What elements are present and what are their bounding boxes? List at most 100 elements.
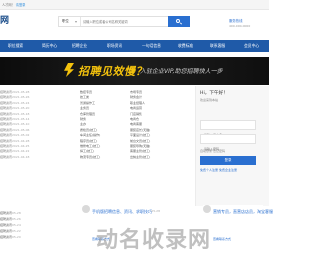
job-card-date: 05-28 [151,209,160,213]
list-item-date: 05-22 [12,229,21,233]
list-item-text: 招聘资讯 [0,154,13,159]
list-item-text: 财务 [80,117,87,122]
list-item-date: 2021-04-18 [12,154,30,159]
list-item-text: 仓库管理员 [80,111,96,116]
main-nav: 职位搜索 简历中心 招聘企业 职场资讯 一句话信息 收费标准 联系客服 会员中心 [0,40,269,52]
list-item-text: 招聘资讯 [0,122,13,127]
banner-headline: 招聘见效慢？ [78,65,147,78]
list-item[interactable]: 出纳主管(技工) [130,155,180,160]
list-item-text: 招聘资讯 [0,235,13,239]
nav-item-jobs[interactable]: 职位搜索 [8,40,23,52]
news-list: 招聘资讯2021-05-28 招聘资讯2021-05-26 招聘资讯2021-05-… [0,90,48,160]
site-logo[interactable]: 网 [0,13,10,26]
login-panel: Hi，下午好！ 欢迎来到本站 自动登录 忘记密码 登录 免费个人注册 免费企业注… [195,86,269,206]
list-item[interactable]: 物流专员(技工) [80,155,130,160]
nav-item-companies[interactable]: 招聘企业 [72,40,87,52]
list-item-text: 电商客服 [130,122,143,127]
arrow-right-icon [132,67,136,73]
top-bar: 人才网！ 请登录 [0,0,269,10]
list-item-text: 招聘资讯 [0,149,13,154]
list-item-text: 质检员(技工) [80,127,98,132]
nav-item-member[interactable]: 会员中心 [244,40,259,52]
list-item-text: 招聘资讯 [0,90,13,94]
search-input[interactable] [83,18,167,25]
list-item-text: 招聘资讯 [0,117,13,122]
hotline-number: 400-000-0000 [229,24,251,28]
banner-subtitle: 入驻企业VIP,助您招聘快人一步 [140,68,223,75]
hotline: 服务热线 400-000-0000 [229,19,250,29]
list-item-text: 客服主管(技工) [130,149,151,154]
list-item-date: 05-26 [12,217,21,221]
list-item-text: 平面设计(技工) [130,133,151,138]
list-item-text: 招聘资讯 [0,217,13,221]
list-item-date: 05-24 [12,223,21,227]
chevron-down-icon [75,21,77,23]
list-item-text: 物流专员(技工) [80,154,101,159]
promo-banner[interactable]: 招聘见效慢？ 入驻企业VIP,助您招聘快人一步 [0,57,269,85]
welcome-subtext: 欢迎来到本站 [200,98,219,102]
watermark-text: 动名收录网 [96,228,212,253]
list-item-text: 职业经理人 [130,100,146,105]
list-item-text: 招聘资讯 [0,211,13,215]
list-item-date: 2021-04-28 [12,138,30,143]
list-item-date: 2021-04-25 [12,144,30,149]
list-item-text: 普通操作工 [80,100,96,105]
list-item-text: 招聘资讯 [0,144,13,149]
nav-item-support[interactable]: 联系客服 [210,40,225,52]
list-item-text: 数控专员 [80,90,93,94]
list-item-date: 2021-05-24 [12,100,30,105]
list-item-text: 招聘资讯 [0,106,13,111]
nav-item-pricing[interactable]: 收费标准 [178,40,193,52]
list-item-date: 2021-05-28 [12,90,30,94]
list-item-text: 招聘资讯 [0,100,13,105]
list-item[interactable]: 招聘资讯2021-04-18 [0,155,48,160]
list-item-date: 2021-05-14 [12,117,30,122]
job-list-left: 数控专员 技工类 普通操作工 业务员 仓库管理员 财务 主办 质检员(技工) 车间主任(操作) 程… [80,90,130,160]
list-item-text: 维修电工(技工) [80,144,101,149]
welcome-text: 人才网！ [2,3,15,7]
list-item-text: 车间主任(操作) [80,133,101,138]
bottom-news-list: 招聘资讯05-28 招聘资讯05-26 招聘资讯05-24 招聘资讯05-22 招聘资讯… [0,210,80,269]
search-category-label: 职位 [62,19,69,23]
list-item-text: 主办 [80,122,87,127]
search-category-select[interactable]: 职位 [59,17,81,26]
list-item-text: 焊工(技工) [80,149,95,154]
list-item-text: 出纳主管(技工) [130,154,151,159]
nav-item-oneliner[interactable]: 一句话信息 [142,40,161,52]
list-item-text: 服装导购(天猫) [130,144,151,149]
list-item-date: 05-20 [12,235,21,239]
list-item-text: 电商运营 [130,106,143,111]
list-item-text: 程序员(技工) [80,138,98,143]
job-card-title[interactable]: 手机版招聘信息、资讯、求职技巧 [92,209,152,215]
list-item-text: 电商仓 [130,117,140,122]
login-button[interactable]: 登录 [200,156,256,165]
list-item[interactable]: 招聘资讯05-20 [0,234,80,240]
list-item-text: 招聘资讯 [0,133,13,138]
list-item-text: 技工类 [80,95,90,100]
list-item-date: 2021-05-18 [12,111,30,116]
login-link[interactable]: 请登录 [16,3,26,7]
search-bar: 职位 [58,16,190,27]
list-item-text: 招聘资讯 [0,111,13,116]
list-item-date: 2021-05-10 [12,122,30,127]
contact-link[interactable]: 查看联系方式 [213,237,231,241]
company-avatar [82,205,90,213]
job-card[interactable]: 营销专员，直营店店员，淘宝客服 查看联系方式 [203,205,273,247]
remember-me[interactable]: 自动登录 忘记密码 [200,149,225,153]
nav-item-news[interactable]: 职场资讯 [107,40,122,52]
list-item-date: 2021-05-02 [12,133,30,138]
list-item-text: 财务会计 [130,95,143,100]
greeting-text: Hi，下午好！ [200,91,228,96]
company-avatar [203,205,211,213]
search-button[interactable] [168,16,190,27]
list-item-text: 招聘资讯 [0,95,13,100]
list-item-text: 招聘资讯 [0,127,13,132]
list-item-text: 招聘资讯 [0,229,13,233]
username-field[interactable] [200,120,256,139]
register-links[interactable]: 免费个人注册 免费企业注册 [200,168,237,172]
job-card-title[interactable]: 营销专员，直营店店员，淘宝客服 [213,209,273,215]
nav-item-resume[interactable]: 简历中心 [42,40,57,52]
search-icon [176,19,180,23]
password-field[interactable] [200,134,256,153]
list-item-date: 2021-04-22 [12,149,30,154]
